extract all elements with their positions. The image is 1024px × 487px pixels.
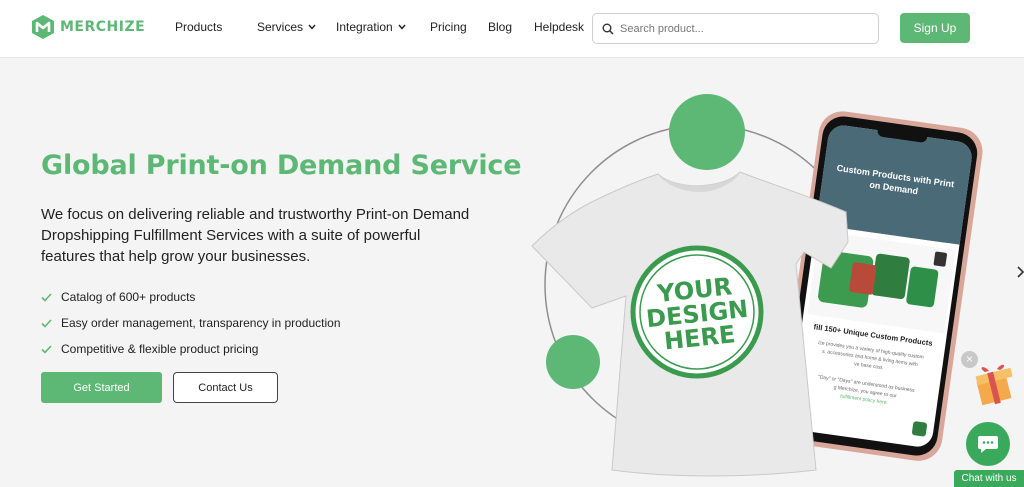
feature-list: Catalog of 600+ products Easy order mana… (41, 284, 341, 362)
feature-item: Easy order management, transparency in p… (41, 310, 341, 336)
decor-circle-top (669, 94, 745, 170)
nav-integration[interactable]: Integration (336, 20, 406, 34)
brand-name: MERCHIZE (60, 19, 146, 35)
nav-integration-label: Integration (336, 20, 393, 34)
nav-services-label: Services (257, 20, 304, 34)
feature-text: Catalog of 600+ products (61, 290, 196, 304)
hero-description: We focus on delivering reliable and trus… (41, 206, 470, 265)
checkmark-icon (41, 292, 52, 302)
nav-blog-label: Blog (488, 20, 513, 34)
hero-title: Global Print-on Demand Service (41, 150, 522, 181)
chevron-down-icon (398, 24, 406, 30)
feature-text: Easy order management, transparency in p… (61, 316, 341, 330)
search-input[interactable] (620, 22, 860, 35)
brand-logo[interactable]: MERCHIZE (30, 14, 145, 40)
checkmark-icon (41, 318, 52, 328)
gift-icon[interactable] (973, 360, 1017, 406)
contact-us-button[interactable]: Contact Us (173, 372, 278, 403)
chat-bubble-icon (978, 436, 998, 453)
search-icon (602, 23, 614, 35)
nav-blog[interactable]: Blog (488, 20, 512, 34)
feature-item: Competitive & flexible product pricing (41, 336, 341, 362)
chat-button[interactable] (966, 422, 1010, 466)
signup-button[interactable]: Sign Up (900, 13, 970, 43)
nav-pricing-label: Pricing (430, 20, 467, 34)
feature-item: Catalog of 600+ products (41, 284, 341, 310)
merchize-logo-icon (32, 15, 54, 39)
nav-products[interactable]: Products (175, 20, 222, 34)
hero-illustration: Custom Products with Print on Demand fil… (531, 94, 983, 477)
search-box[interactable] (592, 13, 879, 44)
nav-helpdesk[interactable]: Helpdesk (534, 20, 584, 34)
get-started-button[interactable]: Get Started (41, 372, 162, 403)
chevron-down-icon (308, 24, 316, 30)
nav-pricing[interactable]: Pricing (430, 20, 467, 34)
decor-circle-left (546, 335, 600, 389)
top-navbar: MERCHIZE Products Services Integration P… (0, 0, 1024, 58)
nav-services[interactable]: Services (257, 20, 316, 34)
carousel-next-icon[interactable] (1017, 266, 1024, 278)
nav-products-label: Products (175, 20, 223, 34)
feature-text: Competitive & flexible product pricing (61, 342, 259, 356)
checkmark-icon (41, 344, 52, 354)
chat-label[interactable]: Chat with us (954, 470, 1024, 487)
tshirt-mockup: YOUR DESIGN HERE (531, 171, 849, 477)
nav-helpdesk-label: Helpdesk (534, 20, 585, 34)
